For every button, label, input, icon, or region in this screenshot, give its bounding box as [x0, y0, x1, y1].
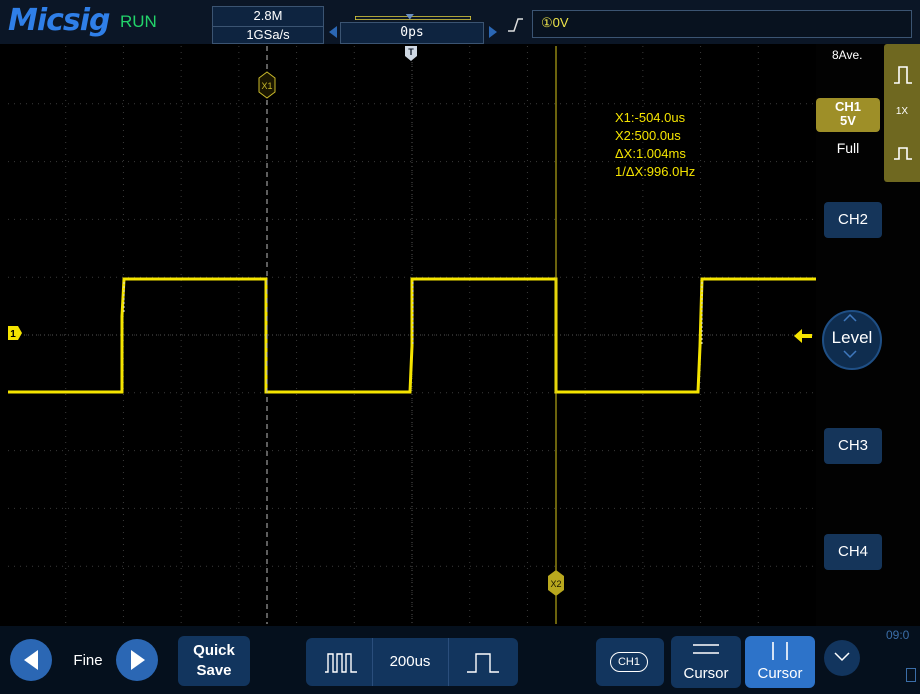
horizontal-cursor-icon [693, 644, 719, 654]
run-stop-status[interactable]: RUN [120, 12, 157, 32]
cursor-x1-label: X1 [261, 81, 272, 91]
cursor-source-label: CH1 [610, 652, 648, 672]
ch1-offset-label: 1 [10, 329, 16, 340]
arrow-right-icon[interactable] [488, 26, 498, 38]
clock: 09:0 [886, 628, 910, 642]
chevron-up-icon [843, 314, 857, 322]
chevron-down-icon [834, 652, 850, 662]
fine-left-button[interactable] [10, 639, 52, 681]
acquisition-info[interactable]: 2.8M 1GSa/s [212, 6, 324, 44]
trigger-level-display[interactable]: ①0V [532, 10, 912, 38]
zoom-in-waveform-icon[interactable] [466, 652, 500, 674]
fine-right-button[interactable] [116, 639, 158, 681]
cursor-source-button[interactable]: CH1 [596, 638, 664, 686]
dc-coupling-icon[interactable] [892, 64, 914, 86]
vertical-cursor-button[interactable]: Cursor [745, 636, 815, 688]
cursor-x2-label: X2 [550, 579, 561, 589]
ac-coupling-icon[interactable] [892, 142, 914, 164]
chevron-down-icon [843, 350, 857, 358]
probe-ratio[interactable]: 1X [884, 106, 920, 117]
cursor-readout-x2: X2:500.0us [615, 128, 681, 143]
channel-panel: 8Ave. 1X CH1 5V Full CH2 Level CH3 CH4 [794, 44, 920, 626]
fine-label[interactable]: Fine [62, 652, 114, 669]
horizontal-cursor-label: Cursor [683, 665, 729, 682]
timebase-value: 200us [389, 653, 431, 670]
vertical-cursor-icon [772, 642, 788, 660]
quick-save-button[interactable]: Quick Save [178, 636, 250, 686]
zoom-out-waveform-icon[interactable] [324, 652, 358, 674]
memory-depth: 2.8M [253, 8, 283, 23]
ch1-bandwidth: Full [836, 140, 860, 156]
ch3-button[interactable]: CH3 [824, 428, 882, 464]
trigger-position-label: T [408, 47, 414, 57]
arrow-left-icon[interactable] [328, 26, 338, 38]
ch1-label: CH1 [834, 99, 861, 114]
cursor-readout-x1: X1:-504.0us [615, 110, 686, 125]
vertical-cursor-label: Cursor [757, 665, 803, 682]
trigger-level-arrow-icon [794, 329, 812, 343]
cursor-readout-dx: ΔX:1.004ms [615, 146, 686, 161]
trigger-level-value: ①0V [541, 15, 569, 30]
brand-logo: Micsig [8, 3, 111, 38]
arrow-right-icon [131, 650, 145, 670]
timebase-control[interactable]: 200us [306, 638, 518, 686]
horizontal-cursor-button[interactable]: Cursor [671, 636, 741, 688]
acquire-mode[interactable]: 8Ave. [832, 48, 862, 62]
ch4-button[interactable]: CH4 [824, 534, 882, 570]
divider [448, 638, 449, 686]
quick-save-label-line1: Quick [193, 642, 235, 659]
level-label: Level [831, 328, 873, 347]
ch1-vertical-scale: 5V [840, 113, 856, 128]
arrow-left-icon [24, 650, 38, 670]
waveform-display[interactable]: X1 X2 T 1 X1:-504.0us X2:500.0us ΔX:1.00… [8, 46, 816, 624]
bottom-toolbar: Fine Quick Save 200us CH1 Cursor Cursor … [0, 626, 920, 694]
expand-menu-button[interactable] [824, 640, 860, 676]
quick-save-label-line2: Save [196, 662, 232, 679]
cursor-readout-inv-dx: 1/ΔX:996.0Hz [615, 164, 695, 179]
rising-edge-icon[interactable] [506, 16, 524, 34]
battery-icon [906, 668, 916, 682]
ch2-button[interactable]: CH2 [824, 202, 882, 238]
memory-position-indicator [355, 14, 471, 20]
horizontal-position[interactable]: 0ps [340, 22, 484, 44]
sample-rate: 1GSa/s [213, 26, 323, 43]
ch1-waveform [8, 277, 816, 394]
